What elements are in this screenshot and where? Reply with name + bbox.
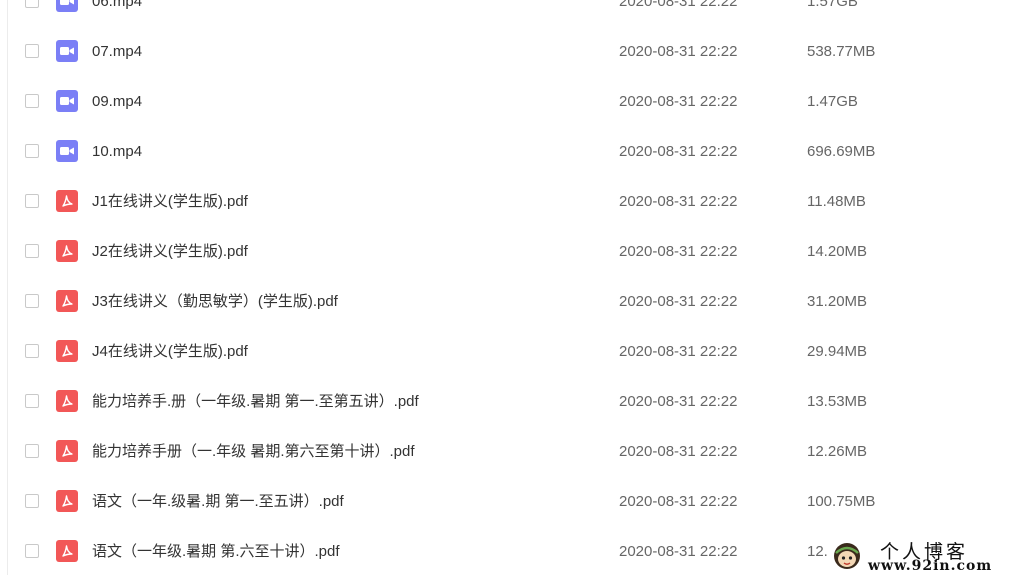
file-row[interactable]: 07.mp4 2020-08-31 22:22 538.77MB	[0, 27, 1024, 77]
blog-watermark: 个人博客 www.92in.com	[828, 537, 1024, 575]
row-checkbox[interactable]	[25, 444, 39, 458]
file-size: 538.77MB	[807, 43, 876, 60]
pdf-file-icon	[56, 490, 78, 512]
row-checkbox[interactable]	[25, 144, 39, 158]
file-size: 1.47GB	[807, 93, 858, 110]
file-name[interactable]: 语文（一年.级暑.期 第一.至五讲）.pdf	[92, 477, 344, 527]
file-list: 06.mp4 2020-08-31 22:22 1.57GB 07.mp4 20…	[0, 0, 1024, 577]
file-row[interactable]: J4在线讲义(学生版).pdf 2020-08-31 22:22 29.94MB	[0, 327, 1024, 377]
video-file-icon	[56, 40, 78, 62]
file-size: 29.94MB	[807, 343, 868, 360]
pdf-file-icon	[56, 440, 78, 462]
file-modified-date: 2020-08-31 22:22	[619, 193, 738, 210]
row-checkbox[interactable]	[25, 344, 39, 358]
pdf-file-icon	[56, 340, 78, 362]
file-row[interactable]: 能力培养手.册（一年级.暑期 第一.至第五讲）.pdf 2020-08-31 2…	[0, 377, 1024, 427]
file-name[interactable]: J1在线讲义(学生版).pdf	[92, 177, 248, 227]
file-name[interactable]: 能力培养手.册（一年级.暑期 第一.至第五讲）.pdf	[92, 377, 419, 427]
file-modified-date: 2020-08-31 22:22	[619, 443, 738, 460]
file-modified-date: 2020-08-31 22:22	[619, 343, 738, 360]
file-modified-date: 2020-08-31 22:22	[619, 43, 738, 60]
row-checkbox[interactable]	[25, 0, 39, 8]
file-row[interactable]: J3在线讲义（勤思敏学）(学生版).pdf 2020-08-31 22:22 3…	[0, 277, 1024, 327]
file-modified-date: 2020-08-31 22:22	[619, 93, 738, 110]
file-modified-date: 2020-08-31 22:22	[619, 493, 738, 510]
file-name[interactable]: 语文（一年级.暑期 第.六至十讲）.pdf	[92, 527, 340, 577]
video-file-icon	[56, 0, 78, 12]
row-checkbox[interactable]	[25, 394, 39, 408]
file-row[interactable]: J1在线讲义(学生版).pdf 2020-08-31 22:22 11.48MB	[0, 177, 1024, 227]
file-size: 13.53MB	[807, 393, 868, 410]
file-modified-date: 2020-08-31 22:22	[619, 543, 738, 560]
row-checkbox[interactable]	[25, 44, 39, 58]
pdf-file-icon	[56, 240, 78, 262]
watermark-url: www.92in.com	[868, 558, 993, 574]
file-size: 696.69MB	[807, 143, 876, 160]
row-checkbox[interactable]	[25, 494, 39, 508]
file-name[interactable]: 能力培养手册（一.年级 暑期.第六至第十讲）.pdf	[92, 427, 415, 477]
file-size: 14.20MB	[807, 243, 868, 260]
file-size: 11.48MB	[807, 193, 866, 210]
file-row[interactable]: 10.mp4 2020-08-31 22:22 696.69MB	[0, 127, 1024, 177]
file-modified-date: 2020-08-31 22:22	[619, 143, 738, 160]
file-size: 12.26MB	[807, 443, 868, 460]
row-checkbox[interactable]	[25, 244, 39, 258]
row-checkbox[interactable]	[25, 194, 39, 208]
cartoon-avatar-icon	[832, 541, 862, 571]
video-file-icon	[56, 90, 78, 112]
file-name[interactable]: J2在线讲义(学生版).pdf	[92, 227, 248, 277]
row-checkbox[interactable]	[25, 294, 39, 308]
pdf-file-icon	[56, 190, 78, 212]
pdf-file-icon	[56, 290, 78, 312]
file-row[interactable]: J2在线讲义(学生版).pdf 2020-08-31 22:22 14.20MB	[0, 227, 1024, 277]
file-name[interactable]: 09.mp4	[92, 77, 142, 127]
file-modified-date: 2020-08-31 22:22	[619, 243, 738, 260]
file-name[interactable]: 06.mp4	[92, 0, 142, 27]
row-checkbox[interactable]	[25, 94, 39, 108]
file-name[interactable]: J3在线讲义（勤思敏学）(学生版).pdf	[92, 277, 338, 327]
file-name[interactable]: 10.mp4	[92, 127, 142, 177]
file-row[interactable]: 语文（一年.级暑.期 第一.至五讲）.pdf 2020-08-31 22:22 …	[0, 477, 1024, 527]
video-file-icon	[56, 140, 78, 162]
pdf-file-icon	[56, 390, 78, 412]
file-name[interactable]: 07.mp4	[92, 27, 142, 77]
row-checkbox[interactable]	[25, 544, 39, 558]
file-size: 1.57GB	[807, 0, 858, 10]
file-size: 31.20MB	[807, 293, 868, 310]
file-size: 12.	[807, 543, 828, 560]
file-modified-date: 2020-08-31 22:22	[619, 0, 738, 10]
file-size: 100.75MB	[807, 493, 876, 510]
pdf-file-icon	[56, 540, 78, 562]
file-modified-date: 2020-08-31 22:22	[619, 293, 738, 310]
file-modified-date: 2020-08-31 22:22	[619, 393, 738, 410]
file-row[interactable]: 09.mp4 2020-08-31 22:22 1.47GB	[0, 77, 1024, 127]
file-name[interactable]: J4在线讲义(学生版).pdf	[92, 327, 248, 377]
file-row[interactable]: 06.mp4 2020-08-31 22:22 1.57GB	[0, 0, 1024, 27]
file-row[interactable]: 能力培养手册（一.年级 暑期.第六至第十讲）.pdf 2020-08-31 22…	[0, 427, 1024, 477]
